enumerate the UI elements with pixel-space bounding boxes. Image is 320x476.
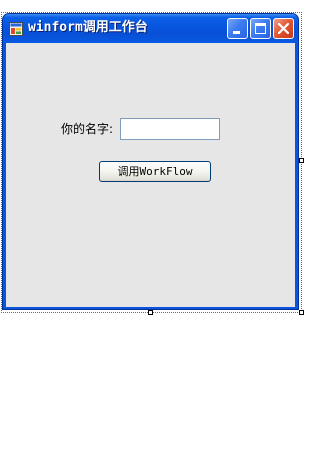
form-client-area: 你的名字: 调用WorkFlow xyxy=(6,43,295,307)
minimize-icon xyxy=(233,31,240,34)
maximize-button[interactable] xyxy=(250,18,271,39)
app-window-icon xyxy=(9,21,23,36)
form-window[interactable]: winform调用工作台 你的名字: 调用WorkFlow xyxy=(2,13,299,310)
resize-handle-bottom[interactable] xyxy=(148,310,153,315)
close-icon xyxy=(277,22,290,35)
title-bar[interactable]: winform调用工作台 xyxy=(3,14,298,43)
maximize-icon xyxy=(255,23,266,34)
name-label: 你的名字: xyxy=(61,122,114,136)
close-button[interactable] xyxy=(273,18,294,39)
resize-handle-corner[interactable] xyxy=(299,310,304,315)
resize-handle-right[interactable] xyxy=(299,158,304,163)
form-designer-surface: winform调用工作台 你的名字: 调用WorkFlow xyxy=(0,0,306,476)
invoke-workflow-button[interactable]: 调用WorkFlow xyxy=(99,161,211,182)
name-input[interactable] xyxy=(120,118,220,140)
minimize-button[interactable] xyxy=(227,18,248,39)
window-title: winform调用工作台 xyxy=(28,20,148,35)
